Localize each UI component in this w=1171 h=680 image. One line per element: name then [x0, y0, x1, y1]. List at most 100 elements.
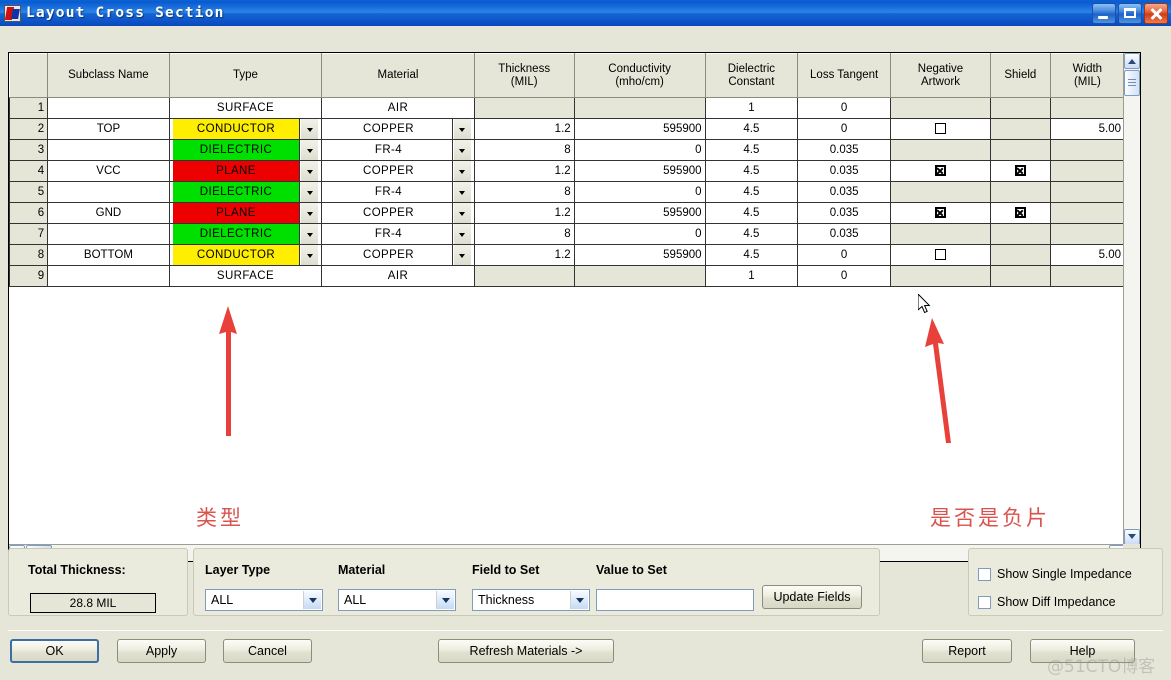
- show-diff-impedance-checkbox[interactable]: [978, 595, 991, 609]
- cell-dielectric-constant[interactable]: 4.5: [704, 223, 799, 245]
- cell-subclass-name[interactable]: [47, 139, 170, 161]
- shield-checkbox[interactable]: [1014, 207, 1026, 219]
- header-loss-tangent[interactable]: Loss Tangent: [797, 53, 891, 98]
- cell-negative-artwork[interactable]: [890, 244, 991, 266]
- grid-vertical-scrollbar[interactable]: [1123, 53, 1140, 545]
- type-chevron-down-icon[interactable]: [300, 161, 319, 181]
- table-row[interactable]: 6 GND PLANE COPPER 1.2 595900 4.5 0.035: [9, 202, 1125, 224]
- layer-type-chevron-down-icon[interactable]: [303, 591, 321, 609]
- type-chevron-down-icon[interactable]: [300, 140, 319, 160]
- cell-loss-tangent[interactable]: 0: [797, 244, 891, 266]
- cell-thickness[interactable]: 8: [473, 181, 575, 203]
- cell-conductivity[interactable]: 595900: [573, 118, 706, 140]
- table-row[interactable]: 2 TOP CONDUCTOR COPPER 1.2 595900 4.5 0 5.00: [9, 118, 1125, 140]
- cell-negative-artwork[interactable]: [890, 118, 991, 140]
- cell-type[interactable]: CONDUCTOR: [168, 118, 323, 140]
- cell-width[interactable]: [1049, 265, 1125, 287]
- cell-subclass-name[interactable]: VCC: [47, 160, 170, 182]
- update-fields-button[interactable]: Update Fields: [762, 585, 862, 609]
- layer-type-select[interactable]: ALL: [205, 589, 323, 611]
- cell-subclass-name[interactable]: [47, 181, 170, 203]
- cell-thickness[interactable]: [473, 265, 575, 287]
- cell-material[interactable]: COPPER: [321, 160, 475, 182]
- cell-material[interactable]: AIR: [321, 265, 475, 287]
- type-chevron-down-icon[interactable]: [300, 119, 319, 139]
- field-to-set-chevron-down-icon[interactable]: [570, 591, 588, 609]
- cell-conductivity[interactable]: [573, 97, 706, 119]
- cell-negative-artwork[interactable]: [890, 97, 991, 119]
- material-chevron-down-icon[interactable]: [452, 245, 471, 265]
- cell-negative-artwork[interactable]: [890, 139, 991, 161]
- row-number[interactable]: 2: [9, 118, 49, 140]
- table-row[interactable]: 8 BOTTOM CONDUCTOR COPPER 1.2 595900 4.5 0 5.00: [9, 244, 1125, 266]
- table-row[interactable]: 9 SURFACE AIR 1 0: [9, 265, 1125, 287]
- material-chevron-down-icon[interactable]: [452, 203, 471, 223]
- cell-negative-artwork[interactable]: [890, 181, 991, 203]
- header-width[interactable]: Width (MIL): [1049, 53, 1125, 98]
- scroll-down-button[interactable]: [1124, 529, 1140, 545]
- cell-thickness[interactable]: 1.2: [473, 160, 575, 182]
- refresh-materials-button[interactable]: Refresh Materials ->: [438, 639, 614, 663]
- row-number[interactable]: 4: [9, 160, 49, 182]
- cell-width[interactable]: [1049, 139, 1125, 161]
- cell-conductivity[interactable]: 595900: [573, 160, 706, 182]
- vertical-scroll-thumb[interactable]: [1124, 70, 1140, 96]
- cell-shield[interactable]: [989, 118, 1051, 140]
- cell-shield[interactable]: [989, 181, 1051, 203]
- cell-thickness[interactable]: 1.2: [473, 244, 575, 266]
- material-chevron-down-icon[interactable]: [452, 224, 471, 244]
- cell-conductivity[interactable]: 0: [573, 139, 706, 161]
- cell-shield[interactable]: [989, 244, 1051, 266]
- cell-subclass-name[interactable]: TOP: [47, 118, 170, 140]
- maximize-button[interactable]: [1118, 3, 1142, 24]
- cell-loss-tangent[interactable]: 0: [797, 118, 891, 140]
- cell-conductivity[interactable]: [573, 265, 706, 287]
- cell-type[interactable]: DIELECTRIC: [168, 181, 323, 203]
- row-number[interactable]: 6: [9, 202, 49, 224]
- cell-thickness[interactable]: 1.2: [473, 118, 575, 140]
- cell-dielectric-constant[interactable]: 1: [704, 97, 799, 119]
- cell-dielectric-constant[interactable]: 1: [704, 265, 799, 287]
- cell-subclass-name[interactable]: BOTTOM: [47, 244, 170, 266]
- ok-button[interactable]: OK: [10, 639, 99, 663]
- minimize-button[interactable]: [1092, 3, 1116, 24]
- row-number[interactable]: 5: [9, 181, 49, 203]
- cell-type[interactable]: PLANE: [168, 202, 323, 224]
- type-chevron-down-icon[interactable]: [300, 224, 319, 244]
- material-chevron-down-icon[interactable]: [452, 161, 471, 181]
- cell-conductivity[interactable]: 0: [573, 223, 706, 245]
- cell-shield[interactable]: [989, 202, 1051, 224]
- cell-material[interactable]: COPPER: [321, 244, 475, 266]
- cell-thickness[interactable]: 8: [473, 223, 575, 245]
- cell-dielectric-constant[interactable]: 4.5: [704, 118, 799, 140]
- cell-width[interactable]: [1049, 223, 1125, 245]
- cell-width[interactable]: [1049, 181, 1125, 203]
- shield-checkbox[interactable]: [1014, 165, 1026, 177]
- type-chevron-down-icon[interactable]: [300, 182, 319, 202]
- material-chevron-down-icon[interactable]: [452, 140, 471, 160]
- cell-shield[interactable]: [989, 97, 1051, 119]
- cell-thickness[interactable]: [473, 97, 575, 119]
- cell-negative-artwork[interactable]: [890, 202, 991, 224]
- table-row[interactable]: 4 VCC PLANE COPPER 1.2 595900 4.5 0.035: [9, 160, 1125, 182]
- cell-material[interactable]: COPPER: [321, 118, 475, 140]
- cancel-button[interactable]: Cancel: [223, 639, 312, 663]
- cell-loss-tangent[interactable]: 0.035: [797, 202, 891, 224]
- cell-conductivity[interactable]: 595900: [573, 244, 706, 266]
- cell-material[interactable]: FR-4: [321, 181, 475, 203]
- row-number[interactable]: 1: [9, 97, 49, 119]
- header-dielectric-constant[interactable]: Dielectric Constant: [704, 53, 799, 98]
- cell-loss-tangent[interactable]: 0.035: [797, 181, 891, 203]
- cell-type[interactable]: SURFACE: [168, 265, 323, 287]
- cell-negative-artwork[interactable]: [890, 265, 991, 287]
- cell-subclass-name[interactable]: [47, 265, 170, 287]
- type-chevron-down-icon[interactable]: [300, 245, 319, 265]
- header-negative-artwork[interactable]: Negative Artwork: [890, 53, 991, 98]
- table-row[interactable]: 5 DIELECTRIC FR-4 8 0 4.5 0.035: [9, 181, 1125, 203]
- table-row[interactable]: 7 DIELECTRIC FR-4 8 0 4.5 0.035: [9, 223, 1125, 245]
- cell-material[interactable]: FR-4: [321, 223, 475, 245]
- cell-material[interactable]: COPPER: [321, 202, 475, 224]
- value-to-set-input[interactable]: [596, 589, 754, 611]
- header-thickness[interactable]: Thickness (MIL): [473, 53, 575, 98]
- cell-loss-tangent[interactable]: 0.035: [797, 160, 891, 182]
